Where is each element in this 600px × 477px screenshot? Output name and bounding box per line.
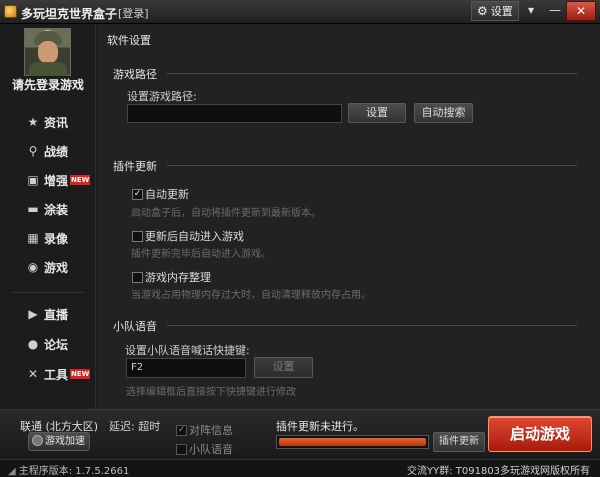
status-bar: ◢ 主程序版本: 1.7.5.2661 交流YY群: T091803 多玩游戏网版… <box>0 459 600 477</box>
checkbox-checked-icon: ✓ <box>176 424 187 436</box>
menu-icon: ▾ <box>527 3 535 17</box>
sidebar-item-tools[interactable]: ✕ 工具 NEW <box>26 365 91 383</box>
team-info-checkbox[interactable]: ✓ 对阵信息 <box>176 422 233 438</box>
enter-after-update-checkbox[interactable]: 更新后自动进入游戏 <box>132 228 244 244</box>
sidebar-item-stats[interactable]: ⚲ 战绩 <box>26 142 68 160</box>
grip-icon: ◢ <box>8 466 16 477</box>
memory-cleanup-checkbox[interactable]: 游戏内存整理 <box>132 269 211 285</box>
settings-button[interactable]: ⚙ 设置 <box>471 1 519 21</box>
memory-cleanup-label: 游戏内存整理 <box>145 271 211 284</box>
team-voice-label: 小队语音 <box>189 443 233 456</box>
latency-readout: 延迟: 超时 <box>109 420 161 433</box>
sidebar-item-news[interactable]: ★ 资讯 <box>26 113 68 131</box>
checkbox-unchecked-icon <box>176 443 187 455</box>
page-title: 软件设置 <box>107 34 151 47</box>
gamepad-icon: ◉ <box>27 260 39 274</box>
enter-after-update-hint: 插件更新完毕后自动进入游戏。 <box>131 249 271 260</box>
sidebar-item-label: 工具 <box>44 367 69 382</box>
yy-group[interactable]: 交流YY群: T091803 <box>407 462 500 477</box>
login-prompt[interactable]: 请先登录游戏 <box>0 76 96 93</box>
tools-icon: ✕ <box>27 367 39 381</box>
voice-hotkey-hint: 选择编辑框后直接按下快捷键进行修改 <box>126 387 296 398</box>
voice-hotkey-label: 设置小队语音喊话快捷键: <box>125 344 250 357</box>
game-accel-label: 游戏加速 <box>45 436 85 447</box>
set-game-path-button[interactable]: 设置 <box>348 103 406 123</box>
settings-label: 设置 <box>490 5 513 18</box>
sidebar-item-skins[interactable]: ▬ 涂装 <box>26 200 68 218</box>
sidebar-item-live[interactable]: ▶ 直播 <box>26 305 68 323</box>
section-divider <box>167 325 577 326</box>
voice-hotkey-input[interactable]: F2 <box>126 358 246 378</box>
sidebar-item-label: 涂装 <box>44 202 69 217</box>
section-divider <box>167 73 577 74</box>
sidebar-item-label: 战绩 <box>44 144 69 159</box>
minimize-icon: — <box>549 3 561 17</box>
version-text: 主程序版本: 1.7.5.2661 <box>18 466 130 477</box>
team-info-label: 对阵信息 <box>189 424 233 437</box>
login-link[interactable]: [登录] <box>118 5 149 21</box>
avatar-body <box>29 62 67 76</box>
memory-cleanup-hint: 当游戏占用物理内存过大时，自动清理释放内存占用。 <box>131 290 371 301</box>
section-divider <box>167 165 577 166</box>
sidebar-item-label: 论坛 <box>44 337 69 352</box>
tank-icon: ▬ <box>27 202 39 216</box>
sidebar-item-label: 游戏 <box>44 260 69 275</box>
minimize-button[interactable]: — <box>544 1 566 21</box>
gear-icon: ⚙ <box>477 4 488 18</box>
update-progress-fill <box>279 438 426 446</box>
enter-after-update-label: 更新后自动进入游戏 <box>145 230 244 243</box>
checkbox-unchecked-icon <box>132 271 143 283</box>
play-icon: ▶ <box>28 307 38 321</box>
bottom-bar: 联通 (北方大区) 延迟: 超时 游戏加速 ✓ 对阵信息 小队语音 插件更新未进… <box>0 409 600 459</box>
settings-panel: 软件设置 游戏路径 设置游戏路径: 设置 自动搜索 插件更新 ✓ 自动更新 启动… <box>97 24 600 409</box>
avatar[interactable] <box>24 28 71 76</box>
sidebar-item-label: 资讯 <box>44 115 69 130</box>
plugin-update-button[interactable]: 插件更新 <box>433 432 485 452</box>
sidebar-item-label: 增强 <box>44 173 69 188</box>
sidebar-item-games[interactable]: ◉ 游戏 <box>26 258 68 276</box>
new-badge: NEW <box>70 369 91 379</box>
menu-button[interactable]: ▾ <box>520 1 542 21</box>
film-icon: ▦ <box>27 231 39 245</box>
auto-update-checkbox[interactable]: ✓ 自动更新 <box>132 186 189 202</box>
close-button[interactable]: ✕ <box>566 1 596 21</box>
accelerate-icon <box>32 435 43 446</box>
update-progress-bar <box>276 435 429 449</box>
title-bar: 多玩坦克世界盒子 [登录] ⚙ 设置 ▾ — ✕ <box>0 0 600 24</box>
sidebar-item-label: 录像 <box>44 231 69 246</box>
sidebar-item-label: 直播 <box>44 307 69 322</box>
auto-search-button[interactable]: 自动搜索 <box>414 103 473 123</box>
sidebar-item-replays[interactable]: ▦ 录像 <box>26 229 68 247</box>
auto-update-hint: 启动盒子后，自动将插件更新到最新版本。 <box>131 208 321 219</box>
sidebar-divider <box>12 292 84 293</box>
avatar-face <box>38 41 58 63</box>
update-status: 插件更新未进行。 <box>276 420 364 433</box>
copyright: 多玩游戏网版权所有 <box>500 466 590 477</box>
section-team-voice: 小队语音 <box>113 320 157 333</box>
launch-game-button[interactable]: 启动游戏 <box>488 416 592 452</box>
search-icon: ⚲ <box>28 144 38 158</box>
app-title: 多玩坦克世界盒子 <box>21 7 118 21</box>
toolbox-icon: ▣ <box>27 173 39 187</box>
new-badge: NEW <box>70 175 91 185</box>
game-accel-button[interactable]: 游戏加速 <box>28 432 90 451</box>
sidebar-item-enhance[interactable]: ▣ 增强 NEW <box>26 171 91 189</box>
section-plugin-update: 插件更新 <box>113 160 157 173</box>
version-info: ◢ 主程序版本: 1.7.5.2661 <box>8 462 129 477</box>
game-path-label: 设置游戏路径: <box>127 90 197 103</box>
sidebar: 请先登录游戏 ★ 资讯 ⚲ 战绩 ▣ 增强 NEW ▬ 涂装 ▦ 录像 ◉ 游戏… <box>0 24 96 409</box>
checkbox-unchecked-icon <box>132 230 143 242</box>
chat-icon: ● <box>27 337 39 351</box>
auto-update-label: 自动更新 <box>145 188 189 201</box>
app-logo-icon <box>4 5 17 18</box>
game-path-input[interactable] <box>127 104 342 123</box>
close-icon: ✕ <box>575 4 587 18</box>
star-icon: ★ <box>27 115 39 129</box>
checkbox-checked-icon: ✓ <box>132 188 143 200</box>
team-voice-checkbox[interactable]: 小队语音 <box>176 441 233 457</box>
sidebar-item-forum[interactable]: ● 论坛 <box>26 335 68 353</box>
set-hotkey-button[interactable]: 设置 <box>254 357 313 378</box>
section-game-path: 游戏路径 <box>113 68 157 81</box>
